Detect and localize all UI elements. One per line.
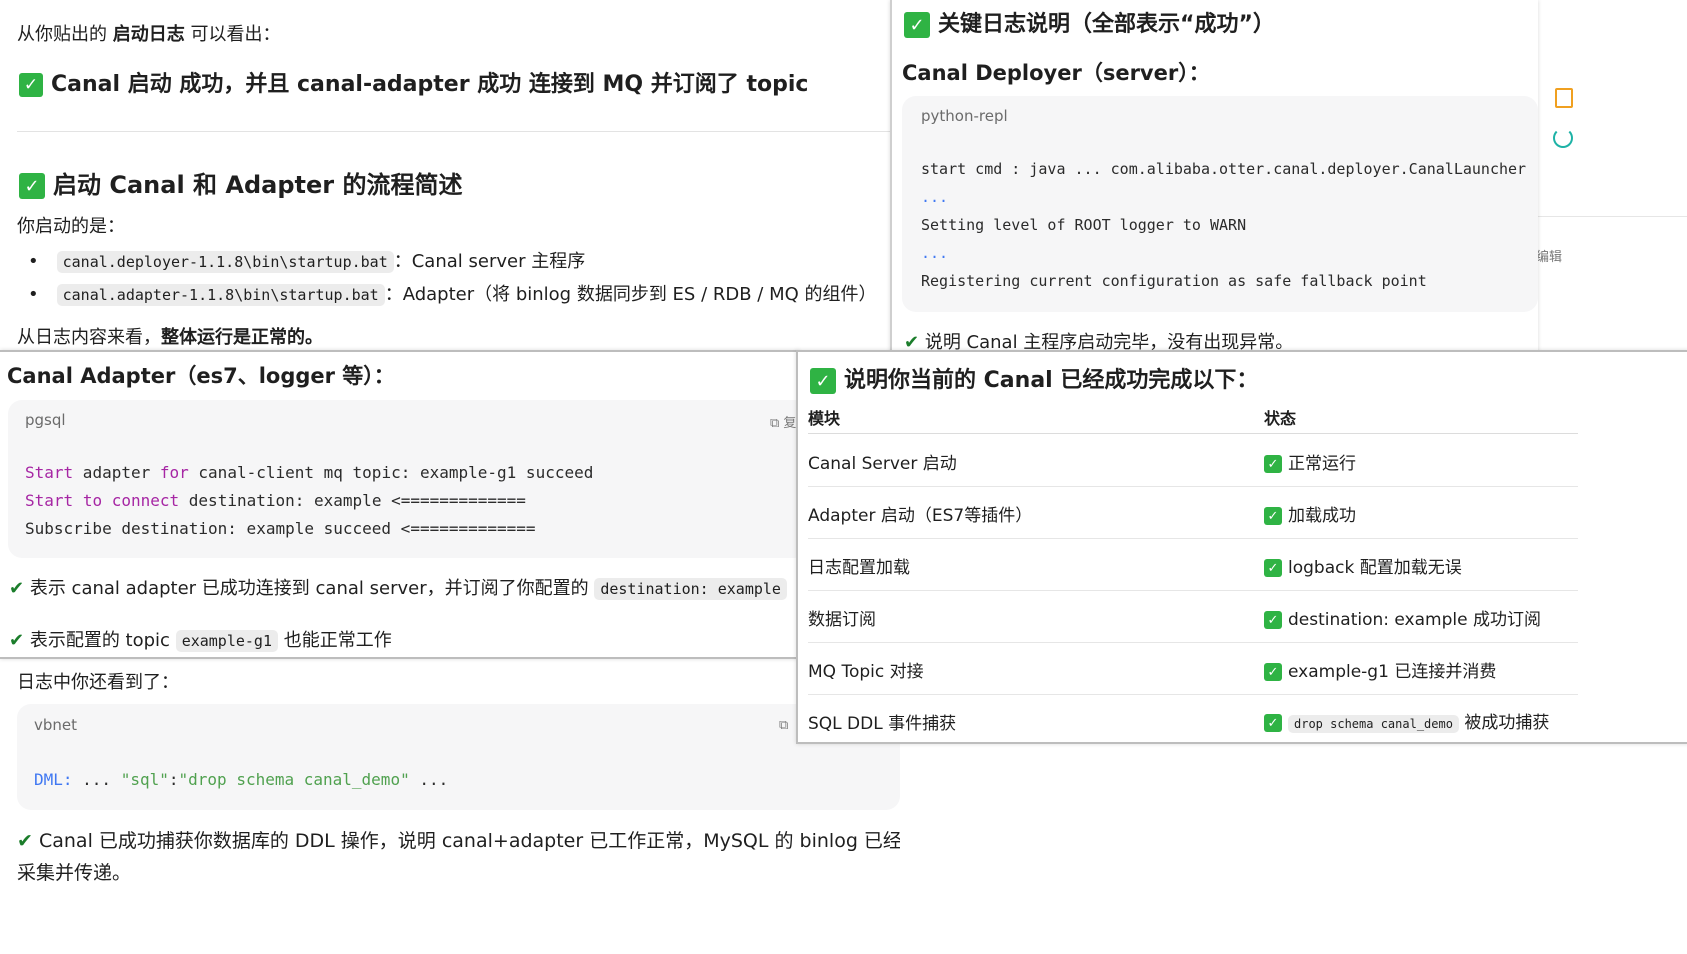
log-seen-label: 日志中你还看到了： [17, 672, 179, 693]
table-row: SQL DDL 事件捕获 ✓ drop schema canal_demo 被成功… [808, 713, 1550, 734]
list-item: • canal.deployer-1.1.8\bin\startup.bat ：Ca… [28, 251, 586, 273]
code-line: Start to connect destination: example <=… [25, 491, 526, 510]
copy-button[interactable]: ⧉ 复 [770, 412, 796, 431]
code-line: Subscribe destination: example succeed <… [25, 519, 536, 538]
list-item: • canal.adapter-1.1.8\bin\startup.bat ：Ada… [28, 284, 877, 306]
check-icon: ✓ [1264, 663, 1282, 681]
deployer-title: ✓ 关键日志说明（全部表示“成功”） [904, 6, 1275, 38]
adapter-panel: Canal Adapter（es7、logger 等）： pgsql ⧉ 复 S… [0, 350, 799, 659]
checkmark-icon: ✔ [9, 578, 25, 599]
deployer-subtitle: Canal Deployer（server）： [902, 61, 1210, 85]
deployer-code-block: python-repl start cmd : java ... com.ali… [902, 96, 1538, 312]
code-language-label: pgsql [25, 411, 66, 429]
code-line: ... [921, 188, 949, 206]
table-row: Adapter 启动（ES7等插件） ✓ 加载成功 [808, 486, 1578, 539]
vbnet-code-block: vbnet ⧉ DML: ... "sql":"drop schema cana… [17, 704, 900, 810]
code-line: start cmd : java ... com.alibaba.otter.c… [921, 160, 1527, 178]
section-title: ✓ 启动 Canal 和 Adapter 的流程简述 [19, 165, 462, 200]
started-label: 你启动的是： [17, 216, 125, 237]
code-line: Start adapter for canal-client mq topic:… [25, 463, 594, 482]
checkmark-icon: ✔ [17, 830, 33, 852]
code-language-label: vbnet [34, 716, 78, 734]
deployer-panel: ✓ 关键日志说明（全部表示“成功”） Canal Deployer（server）… [890, 0, 1538, 354]
headline: ✓ Canal 启动 成功，并且 canal-adapter 成功 连接到 MQ … [19, 66, 808, 98]
check-icon: ✓ [904, 12, 930, 38]
summary-text: 从日志内容来看，整体运行是正常的。 [17, 327, 323, 348]
column-header-status: 状态 [1264, 409, 1297, 428]
code-line: ... [921, 244, 949, 262]
divider [17, 131, 890, 132]
code-line: Registering current configuration as saf… [921, 272, 1427, 290]
summary-table-panel: ✓ 说明你当前的 Canal 已经成功完成以下： 模块 状态 Canal Serv… [796, 350, 1687, 744]
table-row: Canal Server 启动 ✓ 正常运行 [808, 434, 1578, 487]
table-row: 数据订阅 ✓ destination: example 成功订阅 [808, 590, 1578, 643]
check-icon: ✓ [1264, 714, 1282, 732]
check-icon: ✓ [19, 73, 43, 97]
column-header-module: 模块 [808, 409, 841, 428]
table-row: 日志配置加载 ✓ logback 配置加载无误 [808, 538, 1578, 591]
code-line: DML: ... "sql":"drop schema canal_demo" … [34, 770, 449, 789]
final-note: ✔ Canal 已成功捕获你数据库的 DDL 操作，说明 canal+adapt… [17, 830, 900, 852]
final-note-cont: 采集并传递。 [17, 862, 132, 884]
check-icon: ✓ [1264, 507, 1282, 525]
code-language-label: python-repl [921, 107, 1008, 125]
edge-divider [1536, 216, 1687, 217]
bookmark-icon[interactable] [1555, 88, 1573, 108]
check-icon: ✓ [19, 173, 45, 199]
check-icon: ✓ [1264, 455, 1282, 473]
refresh-icon[interactable] [1553, 128, 1573, 148]
adapter-note-2: ✔ 表示配置的 topic example-g1 也能正常工作 [9, 630, 392, 652]
adapter-note-1: ✔ 表示 canal adapter 已成功连接到 canal server，并… [9, 574, 787, 600]
check-icon: ✓ [810, 368, 836, 394]
copy-icon[interactable]: ⧉ [779, 718, 788, 733]
table-row: MQ Topic 对接 ✓ example-g1 已连接并消费 [808, 642, 1578, 695]
adapter-code-block: pgsql ⧉ 复 Start adapter for canal-client… [8, 400, 797, 558]
table-title: ✓ 说明你当前的 Canal 已经成功完成以下： [810, 362, 1258, 394]
checkmark-icon: ✔ [9, 630, 25, 651]
adapter-title: Canal Adapter（es7、logger 等）： [7, 364, 395, 388]
code-line: Setting level of ROOT logger to WARN [921, 216, 1247, 234]
check-icon: ✓ [1264, 559, 1282, 577]
check-icon: ✓ [1264, 611, 1282, 629]
intro-text: 从你贴出的 启动日志 可以看出： [17, 24, 281, 45]
edit-label[interactable]: 编辑 [1536, 246, 1562, 265]
